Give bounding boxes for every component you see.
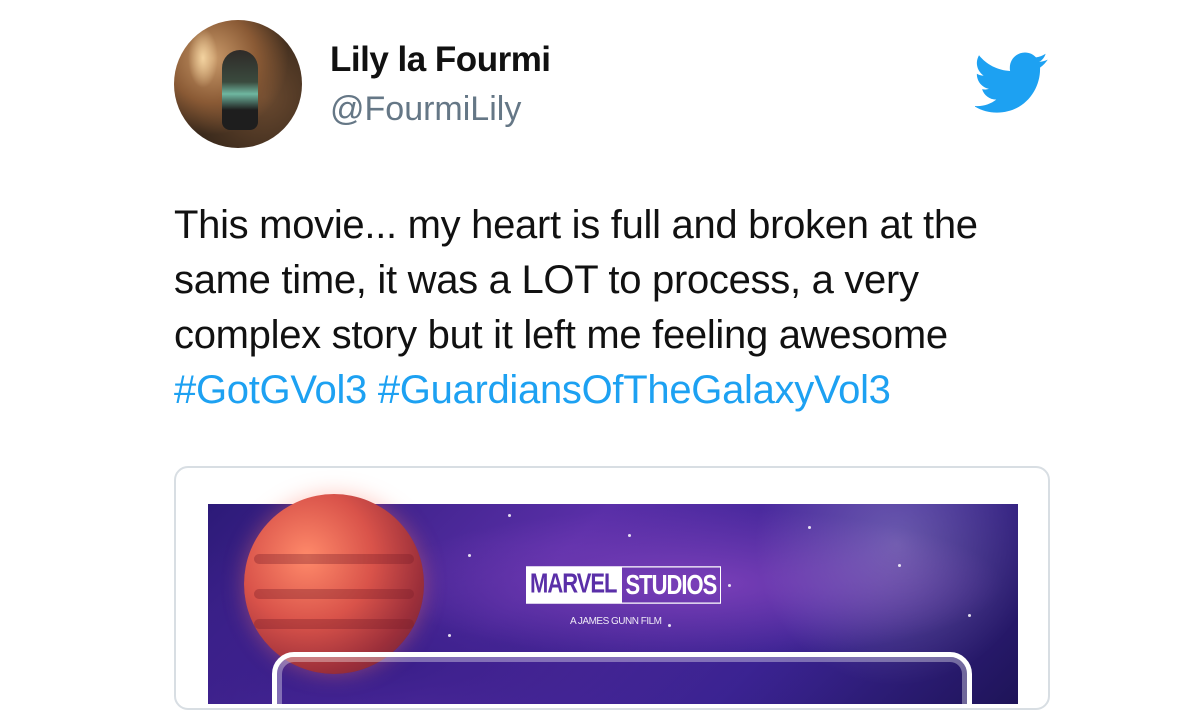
hashtag-link[interactable]: #GotGVol3 — [174, 368, 367, 412]
media-card[interactable]: MARVEL STUDIOS A JAMES GUNN FILM — [174, 466, 1050, 710]
avatar-figure — [222, 50, 258, 130]
display-name[interactable]: Lily la Fourmi — [330, 40, 551, 80]
tweet-line: same time, it was a LOT to process, a ve… — [174, 258, 919, 302]
marvel-studios-logo: MARVEL STUDIOS — [526, 566, 722, 604]
twitter-bird-icon[interactable] — [975, 52, 1049, 114]
tweet-line: complex story but it left me feeling awe… — [174, 313, 948, 357]
hashtag-link[interactable]: #GuardiansOfTheGalaxyVol3 — [378, 368, 891, 412]
user-handle[interactable]: @FourmiLily — [330, 90, 521, 129]
tweet-text: This movie... my heart is full and broke… — [174, 198, 1074, 418]
avatar-light — [188, 28, 218, 88]
logo-marvel: MARVEL — [526, 566, 621, 604]
logo-studios: STUDIOS — [620, 566, 722, 604]
movie-poster-image: MARVEL STUDIOS A JAMES GUNN FILM — [208, 494, 1018, 708]
hashtag-line: #GotGVol3 #GuardiansOfTheGalaxyVol3 — [174, 363, 1074, 418]
planet-graphic — [244, 494, 424, 674]
tweet-line: This movie... my heart is full and broke… — [174, 203, 978, 247]
title-frame — [272, 652, 972, 708]
avatar[interactable] — [174, 20, 302, 148]
director-credit: A JAMES GUNN FILM — [570, 616, 662, 627]
